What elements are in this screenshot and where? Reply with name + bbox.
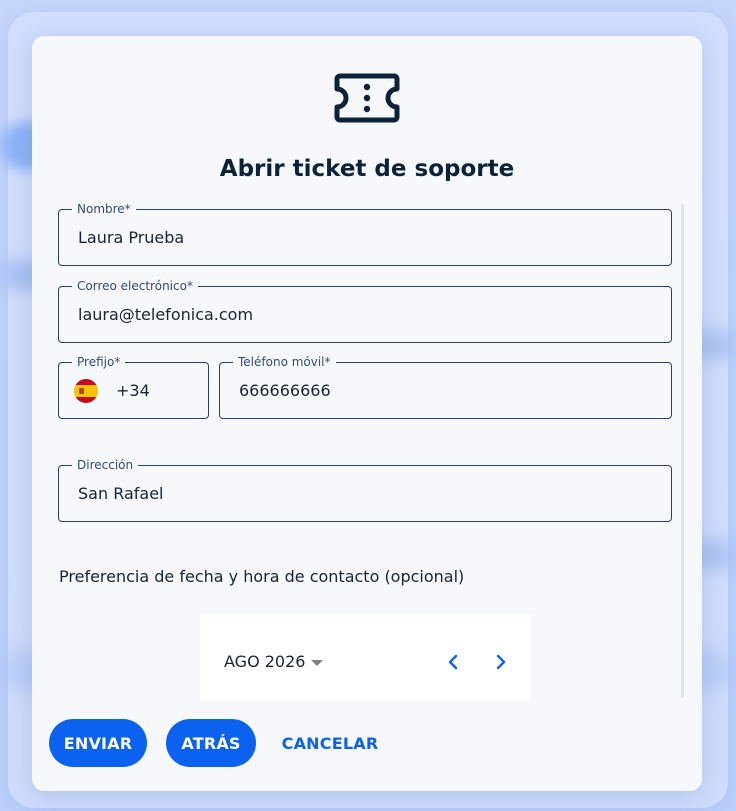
submit-button[interactable]: ENVIAR [49,719,147,767]
chevron-left-icon [448,654,458,670]
caret-down-icon [311,659,324,666]
support-ticket-dialog: Abrir ticket de soporte Nombre* Laura Pr… [32,36,702,791]
form-scroll-area: Nombre* Laura Prueba Correo electrónico*… [32,201,702,701]
ticket-icon [334,73,400,123]
back-button[interactable]: ATRÁS [166,719,256,767]
month-selector-label: AGO 2026 [224,652,306,671]
cancel-button[interactable]: CANCELAR [275,719,385,767]
address-field-value: San Rafael [78,484,164,503]
address-field[interactable]: Dirección San Rafael [58,458,672,522]
next-month-button[interactable] [491,652,511,672]
previous-month-button[interactable] [443,652,463,672]
name-field[interactable]: Nombre* Laura Prueba [58,202,672,266]
email-field[interactable]: Correo electrónico* laura@telefonica.com [58,279,672,343]
dialog-title: Abrir ticket de soporte [219,156,515,182]
prefix-select-value: +34 [116,381,150,400]
prefix-select[interactable]: Prefijo* +34 [58,355,209,419]
month-selector[interactable]: AGO 2026 [224,652,324,671]
spain-flag-icon [74,379,98,403]
date-picker: AGO 2026 [200,614,530,701]
email-field-value: laura@telefonica.com [78,305,254,324]
chevron-right-icon [496,654,506,670]
name-field-value: Laura Prueba [78,228,185,247]
mobile-phone-field-value: 666666666 [239,381,331,400]
contact-preference-label: Preferencia de fecha y hora de contacto … [59,567,465,586]
mobile-phone-field[interactable]: Teléfono móvil* 666666666 [219,355,672,419]
